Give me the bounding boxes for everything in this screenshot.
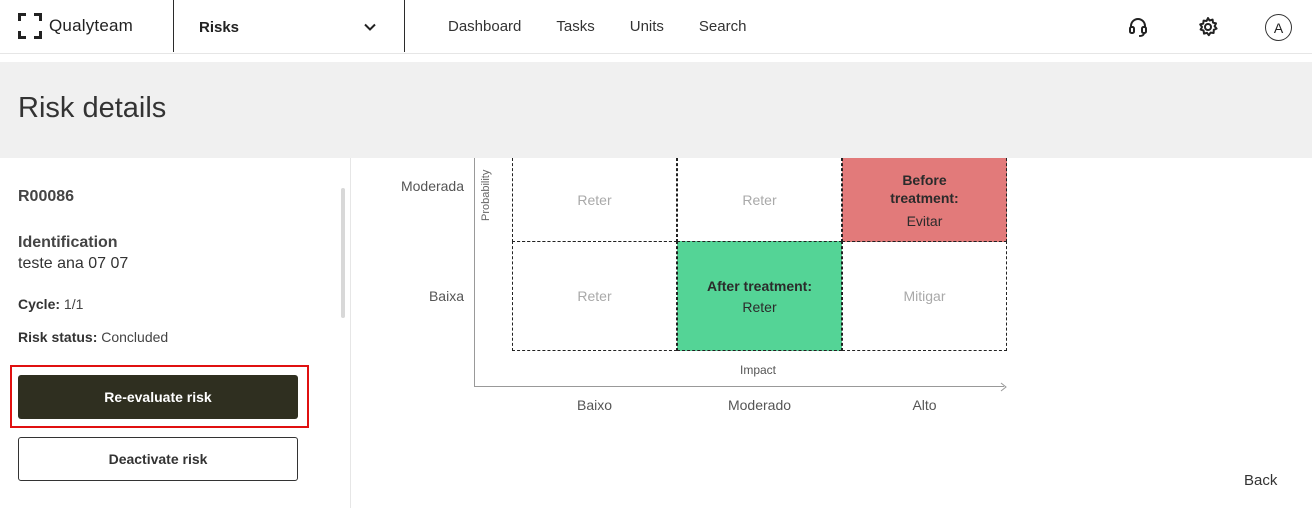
identification-label: Identification xyxy=(18,234,118,251)
module-select-label: Risks xyxy=(199,18,240,36)
back-button[interactable]: Back xyxy=(1244,472,1277,489)
logo-text: Qualyteam xyxy=(49,16,134,35)
y-axis-title: Probability xyxy=(480,169,492,221)
identification-value: teste ana 07 07 xyxy=(18,255,129,272)
nav-tasks[interactable]: Tasks xyxy=(556,18,594,35)
column-label-baixo: Baixo xyxy=(576,397,613,413)
after-treatment-tag: After treatment: xyxy=(706,278,812,294)
deactivate-risk-button[interactable]: Deactivate risk xyxy=(18,437,298,481)
risk-code: R00086 xyxy=(18,188,75,205)
risk-status-row: Risk status: Concluded xyxy=(18,329,168,345)
matrix-cell-after-treatment: After treatment: Reter xyxy=(677,241,842,351)
nav-divider xyxy=(404,0,405,52)
matrix-cell-moderada-moderado: Reter xyxy=(677,158,842,242)
reevaluate-risk-button[interactable]: Re-evaluate risk xyxy=(18,375,298,419)
module-select[interactable]: Risks xyxy=(199,16,377,38)
nav-divider xyxy=(173,0,174,52)
nav-units[interactable]: Units xyxy=(630,18,664,35)
main-nav: Dashboard Tasks Units Search xyxy=(448,18,781,35)
cycle-value: 1/1 xyxy=(63,296,84,312)
x-axis-line xyxy=(474,386,1004,387)
before-treatment-tag: Before treatment: xyxy=(890,171,959,206)
risk-matrix: Probability Impact Moderada Baixa Reter … xyxy=(352,158,1312,508)
risk-status-value: Concluded xyxy=(101,329,169,345)
cell-value: Reter xyxy=(577,191,612,208)
nav-dashboard[interactable]: Dashboard xyxy=(448,18,521,35)
column-label-moderado: Moderado xyxy=(727,397,792,413)
cell-value: Reter xyxy=(742,191,777,208)
cycle-label: Cycle: xyxy=(18,296,61,312)
nav-search[interactable]: Search xyxy=(699,18,747,35)
chevron-down-icon xyxy=(364,23,376,31)
headset-icon[interactable] xyxy=(1125,14,1151,40)
cycle-row: Cycle: 1/1 xyxy=(18,296,83,312)
cell-value: Reter xyxy=(577,288,612,304)
x-axis-title: Impact xyxy=(740,363,777,377)
before-treatment-value: Evitar xyxy=(906,212,943,229)
matrix-cell-baixa-alto: Mitigar xyxy=(842,241,1007,351)
panel-scrollbar[interactable] xyxy=(341,188,345,318)
column-label-alto: Alto xyxy=(912,397,937,413)
y-axis-line xyxy=(474,158,475,387)
row-label-moderada: Moderada xyxy=(400,178,464,194)
risk-status-label: Risk status: xyxy=(18,329,98,345)
cell-value: Mitigar xyxy=(903,288,946,304)
qualyteam-logo[interactable]: Qualyteam xyxy=(18,13,133,39)
row-label-baixa: Baixa xyxy=(428,288,464,304)
user-avatar[interactable]: A xyxy=(1265,14,1292,41)
gear-icon[interactable] xyxy=(1195,14,1221,40)
risk-summary-panel: R00086 Identification teste ana 07 07 Cy… xyxy=(0,158,351,508)
logo-mark-icon xyxy=(18,13,42,39)
page-header: Risk details xyxy=(0,62,1312,158)
after-treatment-value: Reter xyxy=(742,299,777,315)
top-navigation-bar: Qualyteam Risks Dashboard Tasks Units Se… xyxy=(0,0,1312,54)
matrix-cell-moderada-baixo: Reter xyxy=(512,158,677,242)
matrix-cell-baixa-baixo: Reter xyxy=(512,241,677,351)
matrix-cell-before-treatment: Before treatment: Evitar xyxy=(842,158,1007,242)
page-title: Risk details xyxy=(18,92,167,124)
